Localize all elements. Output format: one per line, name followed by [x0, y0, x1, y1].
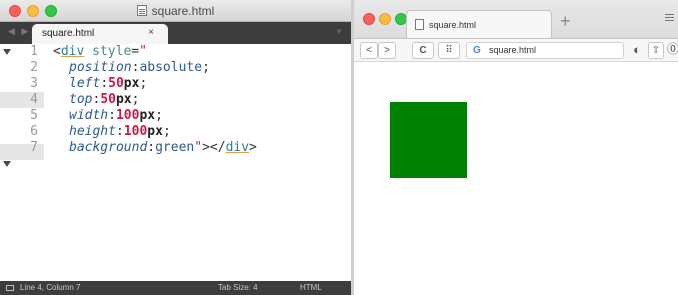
line-number: 3	[30, 76, 38, 91]
google-icon: G	[473, 45, 481, 56]
editor-window-title: square.html	[0, 4, 351, 18]
css-property: height	[69, 124, 116, 139]
extension-icon[interactable]: ⓪	[666, 42, 678, 59]
editor-tabbar: ◀ ▶ square.html × ▼	[0, 22, 351, 44]
css-property: left	[69, 76, 101, 91]
green-square	[390, 102, 467, 178]
code-line-4: top:50px;	[69, 92, 140, 107]
panel-toggle-icon[interactable]	[6, 285, 14, 291]
css-unit: px	[115, 92, 132, 107]
address-bar-url: square.html	[489, 45, 537, 55]
address-bar[interactable]: G square.html	[466, 42, 624, 59]
menu-icon[interactable]	[665, 14, 674, 15]
forward-button[interactable]: >	[378, 42, 396, 59]
css-value: absolute	[139, 60, 203, 75]
browser-tab-title: square.html	[429, 20, 477, 30]
css-property: position	[69, 60, 132, 75]
reader-icon[interactable]: ◐	[628, 42, 646, 59]
line-number: 1	[30, 44, 38, 59]
line-number: 7	[30, 140, 38, 155]
file-icon	[136, 5, 147, 16]
line-number: 5	[30, 108, 38, 123]
editor-titlebar: square.html	[0, 0, 351, 22]
code-line-5: width:100px;	[69, 108, 163, 123]
tab-size-selector[interactable]: Tab Size: 4	[218, 281, 258, 295]
css-number: 100	[123, 124, 148, 139]
line-number-current: 4	[0, 92, 44, 108]
tab-nav-arrows-icon[interactable]: ◀ ▶	[8, 26, 30, 37]
code-line-1: <div style="	[53, 44, 147, 59]
tab-close-icon[interactable]: ×	[148, 27, 154, 38]
editor-statusbar: Line 4, Column 7 Tab Size: 4 HTML	[0, 281, 351, 295]
line-number: 2	[30, 60, 38, 75]
fold-marker-icon[interactable]	[3, 161, 11, 167]
syntax-selector[interactable]: HTML	[300, 281, 322, 295]
browser-tabbar: square.html +	[354, 0, 678, 38]
code-line-6: height:100px;	[69, 124, 171, 139]
css-property: background	[69, 140, 148, 155]
line-gutter: 1 2 3 4 5 6 7	[0, 44, 44, 281]
editor-tab-label: square.html	[42, 28, 95, 39]
editor-window: square.html ◀ ▶ square.html × ▼ 1 2 3 4 …	[0, 0, 351, 295]
editor-tab-square-html[interactable]: square.html ×	[32, 24, 168, 44]
css-number: 50	[100, 92, 116, 107]
css-property: width	[69, 108, 109, 123]
css-unit: px	[147, 124, 163, 139]
css-number: 50	[108, 76, 124, 91]
browser-window: square.html + < > C ⠿ G square.html ◐ ⇧ …	[354, 0, 678, 295]
browser-tab-square-html[interactable]: square.html	[406, 10, 552, 38]
share-icon[interactable]: ⇧	[648, 42, 664, 59]
attribute-quote: "	[139, 44, 147, 59]
tag-name: div	[60, 44, 85, 59]
minimize-window-button[interactable]	[379, 13, 391, 25]
back-button[interactable]: <	[360, 42, 378, 59]
code-line-3: left:50px;	[69, 76, 148, 91]
code-line-7: background:green"></div>	[69, 140, 257, 155]
attribute-name: style	[92, 44, 132, 59]
close-window-button[interactable]	[363, 13, 375, 25]
reload-button[interactable]: C	[412, 42, 434, 59]
code-line-2: position:absolute;	[69, 60, 210, 75]
tag-open-bracket: <	[53, 44, 61, 59]
page-icon	[415, 19, 424, 30]
page-viewport	[354, 62, 678, 295]
apps-grid-button[interactable]: ⠿	[438, 42, 460, 59]
css-unit: px	[123, 76, 140, 91]
code-editor[interactable]: <div style=" position:absolute; left:50p…	[44, 44, 351, 281]
css-unit: px	[139, 108, 156, 123]
css-number: 100	[115, 108, 140, 123]
cursor-position: Line 4, Column 7	[20, 283, 81, 292]
line-number: 6	[30, 124, 38, 139]
css-value: green	[155, 140, 195, 155]
tag-name: div	[225, 140, 250, 155]
css-property: top	[69, 92, 93, 107]
attribute-quote: "	[194, 140, 203, 155]
new-tab-button[interactable]: +	[560, 11, 571, 32]
browser-toolbar: < > C ⠿ G square.html ◐ ⇧ ⓪	[354, 38, 678, 62]
tab-dropdown-icon[interactable]: ▼	[335, 27, 343, 36]
